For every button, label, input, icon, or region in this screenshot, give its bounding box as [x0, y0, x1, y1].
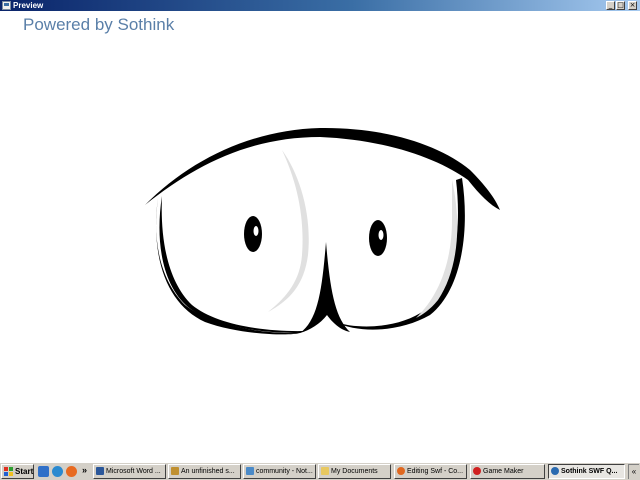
task-word[interactable]: Microsoft Word ... [93, 464, 166, 479]
firefox-icon [397, 467, 405, 475]
taskbar: Start » Microsoft Word ... An unfinished… [0, 462, 640, 480]
word-icon [96, 467, 104, 475]
quicklaunch-more[interactable]: » [82, 464, 87, 477]
screen: Preview _ □ × Powered by Sothink Start »… [0, 0, 640, 480]
character-drawing [145, 127, 500, 335]
task-community[interactable]: community - Not... [243, 464, 316, 479]
quicklaunch-ie-icon[interactable] [52, 466, 63, 477]
game-maker-red-icon [473, 467, 481, 475]
notepad-icon [246, 467, 254, 475]
folder-icon [321, 467, 329, 475]
close-button[interactable]: × [628, 1, 637, 10]
window-title: Preview [13, 1, 44, 10]
title-bar[interactable]: Preview _ □ × [0, 0, 640, 11]
left-eye-highlight [253, 226, 259, 236]
left-eye [244, 216, 262, 252]
maximize-button[interactable]: □ [616, 1, 625, 10]
tray-expand-button[interactable]: « [628, 464, 639, 479]
windows-logo-icon [4, 467, 14, 476]
sothink-icon [551, 467, 559, 475]
quicklaunch-app-icon[interactable] [38, 466, 49, 477]
task-my-documents[interactable]: My Documents [318, 464, 391, 479]
window-icon[interactable] [2, 1, 11, 10]
quicklaunch-firefox-icon[interactable] [66, 466, 77, 477]
task-game-maker[interactable]: Game Maker [470, 464, 545, 479]
start-button[interactable]: Start [1, 464, 34, 479]
task-unfinished[interactable]: An unfinished s... [168, 464, 241, 479]
task-sothink[interactable]: Sothink SWF Q... [548, 464, 625, 479]
game-maker-icon [171, 467, 179, 475]
task-editing-swf[interactable]: Editing Swf - Co... [394, 464, 467, 479]
right-eye [369, 220, 387, 256]
start-label: Start [15, 467, 34, 476]
minimize-button[interactable]: _ [606, 1, 615, 10]
right-eye-highlight [378, 230, 384, 240]
